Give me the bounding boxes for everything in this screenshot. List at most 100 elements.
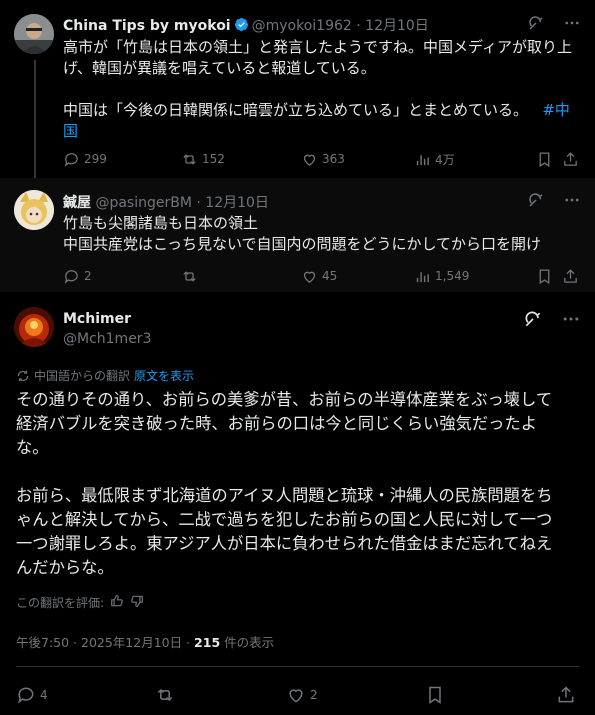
tweet-text-line: 竹島も尖閣諸島も日本の領土 [63, 214, 259, 232]
like-count: 363 [322, 152, 345, 166]
translate-icon [17, 370, 29, 381]
grok-icon[interactable] [527, 191, 545, 213]
tweet-text: 高市が「竹島は日本の領土」と発言したようですね。中国メディアが取り上 げ、韓国が… [63, 37, 578, 142]
reply-button[interactable]: 299 [63, 151, 181, 168]
views-count: 1,549 [435, 269, 470, 283]
verified-badge-icon [234, 17, 249, 32]
share-icon [558, 686, 574, 703]
thumbs-up-icon[interactable] [110, 594, 124, 611]
like-button[interactable]: 2 [286, 685, 318, 705]
tweet-top-icons [527, 191, 581, 213]
tweet-text-line: な。 [16, 438, 49, 457]
reply-count: 2 [84, 269, 92, 283]
reply-icon [64, 152, 78, 167]
views-label: 件の表示 [220, 635, 275, 650]
heart-icon [303, 154, 316, 166]
author-name[interactable]: 鍼屋 [63, 195, 91, 211]
tweet-myokoi[interactable]: China Tips by myokoi @myokoi1962 · 12月10日… [0, 0, 595, 178]
translation-notice: 中国語からの翻訳 原文を表示 [16, 367, 194, 384]
author-handle[interactable]: @Mch1mer3 [63, 331, 151, 347]
hashtag-link[interactable]: 国 [63, 121, 578, 142]
author-name[interactable]: Mchimer [63, 311, 131, 327]
rate-translation: この翻訳を評価: [16, 594, 144, 611]
tweet-header: China Tips by myokoi @myokoi1962 · 12月10日 [63, 17, 429, 34]
tweet-text: 竹島も尖閣諸島も日本の領土 中国共産党はこっち見ないで自国内の問題をどうにかして… [63, 213, 578, 255]
bookmark-button[interactable] [536, 151, 562, 168]
post-date[interactable]: 12月10日 [205, 195, 269, 211]
reply-icon [64, 269, 78, 284]
tweet-text-line: 中国共産党はこっち見ないで自国内の問題をどうにかしてから口を開け [63, 235, 542, 253]
heart-icon [303, 271, 316, 283]
timestamp-text[interactable]: 午後7:50 · 2025年12月10日 · [16, 635, 194, 650]
bookmark-icon [429, 686, 441, 704]
more-options-icon[interactable] [563, 14, 581, 36]
more-options-icon[interactable] [563, 191, 581, 213]
thumbs-down-icon[interactable] [130, 594, 144, 611]
tweet-text-line: 一つ謝罪しろよ。東アジア人が日本に負わせられた借金はまだ忘れてねえ [16, 534, 553, 553]
views-chart-icon [416, 271, 429, 282]
views-button[interactable]: 1,549 [414, 268, 536, 285]
tweet-text-line: んだからな。 [16, 558, 114, 577]
hashtag-link[interactable]: #中 [542, 101, 570, 119]
more-options-icon[interactable] [561, 309, 581, 333]
tweet-text-line: げ、韓国が異議を唱えていると報道している。 [63, 59, 376, 77]
author-name[interactable]: China Tips by myokoi [63, 18, 231, 34]
show-original-link[interactable]: 原文を表示 [134, 367, 194, 384]
reply-count: 299 [84, 152, 107, 166]
repost-button[interactable] [155, 685, 179, 705]
bookmark-button[interactable] [425, 685, 449, 705]
avatar-mchimer[interactable] [14, 307, 54, 347]
heart-icon [289, 689, 303, 703]
tweet-text-paragraph-1: その通りその通り、お前らの美爹が昔、お前らの半導体産業をぶっ壊して 経済バブルを… [16, 388, 582, 460]
bookmark-button[interactable] [536, 268, 562, 285]
reply-button[interactable]: 4 [16, 685, 48, 705]
grok-icon[interactable] [527, 14, 545, 36]
like-count: 2 [309, 688, 318, 702]
share-button[interactable] [562, 151, 583, 168]
main-tweet-actions: 4 2 [16, 684, 580, 706]
repost-button[interactable] [181, 268, 301, 285]
share-button[interactable] [556, 685, 580, 705]
views-count: 4万 [435, 152, 455, 167]
post-timestamp: 午後7:50 · 2025年12月10日 · 215 件の表示 [16, 632, 274, 651]
share-icon [564, 268, 577, 283]
views-chart-icon [416, 154, 429, 165]
views-button[interactable]: 4万 [414, 151, 536, 168]
like-count: 45 [322, 269, 338, 283]
bookmark-icon [539, 268, 550, 284]
rate-translation-label: この翻訳を評価: [16, 596, 105, 610]
reply-icon [18, 687, 34, 704]
tweet-text-paragraph-2: お前ら、最低限まず北海道のアイヌ人問題と琉球・沖縄人の民族問題をち ゃんと解決し… [16, 484, 582, 580]
tweet-top-icons [527, 14, 581, 36]
tweet-text-line: 高市が「竹島は日本の領土」と発言したようですね。中国メディアが取り上 [63, 38, 572, 56]
view-count: 215 [194, 635, 221, 650]
share-button[interactable] [562, 268, 583, 285]
tweet-top-icons [523, 309, 581, 333]
share-icon [564, 151, 577, 166]
repost-icon [183, 270, 196, 282]
tweet-text-line: その通りその通り、お前らの美爹が昔、お前らの半導体産業をぶっ壊して [16, 390, 553, 409]
tweet-actions: 2 45 1,549 [63, 266, 583, 286]
author-handle[interactable]: @pasingerBM [95, 195, 191, 211]
tweet-header: 鍼屋 @pasingerBM · 12月10日 [63, 195, 269, 211]
divider [16, 666, 579, 667]
tweet-actions: 299 152 363 4万 [63, 149, 583, 169]
like-button[interactable]: 45 [301, 268, 414, 285]
bookmark-icon [539, 151, 550, 167]
reply-button[interactable]: 2 [63, 268, 181, 285]
avatar-myokoi[interactable] [14, 14, 54, 54]
tweet-text-line: お前ら、最低限まず北海道のアイヌ人問題と琉球・沖縄人の民族問題をち [16, 486, 553, 505]
post-date[interactable]: 12月10日 [365, 18, 429, 34]
repost-icon [183, 153, 196, 165]
avatar-pasinger[interactable] [14, 190, 54, 230]
repost-icon [157, 688, 173, 702]
grok-icon[interactable] [523, 309, 543, 333]
tweet-text-line: 経済バブルを突き破った時、お前らの口は今と同じくらい強気だったよ [16, 414, 538, 433]
translated-from-label: 中国語からの翻訳 [34, 369, 131, 383]
tweet-text-line: ゃんと解決してから、二战で過ちを犯したお前らの国と人民に対して一つ [16, 510, 553, 529]
reply-count: 4 [40, 688, 48, 702]
author-handle[interactable]: @myokoi1962 [252, 18, 352, 34]
repost-button[interactable]: 152 [181, 151, 301, 168]
tweet-text-line: 中国は「今後の日韓関係に暗雲が立ち込めている」とまとめている。 [63, 101, 529, 119]
like-button[interactable]: 363 [301, 151, 414, 168]
